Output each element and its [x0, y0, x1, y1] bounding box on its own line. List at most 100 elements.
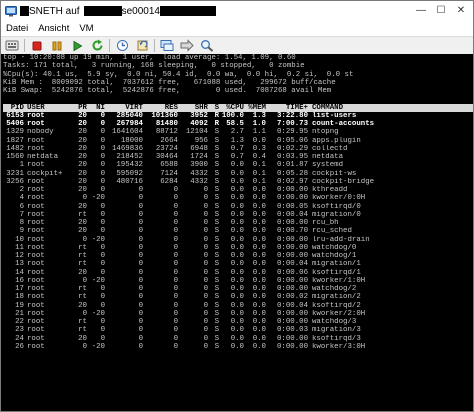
pid-cell: 17 [15, 285, 24, 293]
priority-cell: rt [78, 260, 87, 269]
mem-cell: 0.0 [252, 219, 266, 227]
virt-cell: 0 [138, 342, 143, 351]
res-cell: 0 [173, 293, 178, 302]
cpu-cell: 0.0 [230, 260, 244, 269]
share-button[interactable] [179, 38, 195, 53]
res-cell: 0 [173, 285, 178, 293]
time-cell: 0:00.03 [276, 326, 308, 335]
zoom-button[interactable] [199, 38, 215, 53]
command-cell: kworker/3:0H [312, 342, 366, 351]
process-row: 12 root rt 0 0 0 0 S 0.0 0.0 0:00.00 watchdog/1 [3, 252, 473, 260]
start-button[interactable] [69, 38, 85, 53]
mem-cell: 0.0 [252, 186, 266, 194]
close-button[interactable]: ✕ [451, 1, 471, 19]
col-res: RES [164, 103, 178, 112]
enhanced-session-button[interactable] [159, 38, 175, 53]
time-cell: 0:00.04 [276, 260, 308, 269]
col-command: COMMAND [312, 103, 344, 112]
reset-icon [92, 39, 102, 51]
command-cell: netdata [312, 153, 344, 161]
priority-cell: 20 [78, 161, 87, 170]
window-controls: — ☐ ✕ [411, 1, 471, 19]
virt-cell: 1469836 [111, 144, 143, 153]
nice-cell: 0 [100, 301, 105, 310]
process-row: 18 root rt 0 0 0 0 S 0.0 0.0 0:00.02 migration/2 [3, 293, 473, 301]
pid-cell: 3231 [6, 169, 24, 178]
pause-button[interactable] [49, 38, 65, 53]
turn-off-button[interactable] [29, 38, 45, 53]
shr-cell: 4332 [190, 169, 208, 178]
nice-cell: 0 [100, 161, 105, 170]
menu-datei[interactable]: Datei [1, 23, 33, 34]
vm-console-screen[interactable]: top - 10:20:08 up 19 min, 1 user, load a… [1, 54, 473, 411]
toolbar [1, 36, 473, 55]
res-cell: 6284 [160, 177, 178, 186]
col-pr: PR [78, 103, 87, 112]
priority-cell: 20 [78, 186, 87, 194]
cpu-cell: 58.5 [226, 120, 244, 128]
virt-cell: 0 [138, 252, 143, 260]
reset-button[interactable] [89, 38, 105, 53]
window-title-vm: se00014 [121, 5, 160, 17]
user-cell: root [27, 177, 45, 186]
menu-ansicht[interactable]: Ansicht [33, 23, 74, 34]
nice-cell: 0 [100, 334, 105, 343]
virt-cell: 0 [138, 210, 143, 219]
process-row: 9 root 20 0 0 0 0 S 0.0 0.0 0:00.70 rcu_sched [3, 227, 473, 235]
mem-cell: 0.0 [252, 268, 266, 277]
process-table-header: PID USER PR NI VIRT RES SHR S %CPU %MEM … [3, 103, 473, 112]
title-bar[interactable]: SNETH auf se00014 — ☐ ✕ [1, 1, 473, 21]
res-cell: 0 [173, 186, 178, 194]
shr-cell: 0 [203, 210, 208, 219]
res-cell: 7124 [160, 169, 178, 178]
pid-cell: 8 [19, 219, 24, 227]
res-cell: 0 [173, 342, 178, 351]
shr-cell: 0 [203, 252, 208, 260]
virt-cell: 0 [138, 268, 143, 277]
pid-cell: 10 [15, 235, 24, 244]
nice-cell: 0 [100, 128, 105, 137]
minimize-button[interactable]: — [411, 1, 431, 19]
state-cell: S [214, 252, 219, 260]
shr-cell: 3900 [190, 161, 208, 170]
shr-cell: 956 [194, 136, 208, 145]
virt-cell: 0 [138, 235, 143, 244]
mem-cell: 0.1 [252, 161, 266, 170]
checkpoint-button[interactable] [114, 38, 130, 53]
mem-cell: 0.0 [252, 252, 266, 260]
maximize-button[interactable]: ☐ [431, 1, 451, 19]
ctrl-alt-del-button[interactable] [4, 38, 20, 53]
process-row: 17 root rt 0 0 0 0 S 0.0 0.0 0:00.00 watchdog/2 [3, 285, 473, 293]
nice-cell: -20 [91, 309, 105, 318]
shr-cell: 0 [203, 186, 208, 194]
vm-connection-icon [5, 6, 17, 17]
time-cell: 0:00.00 [276, 194, 308, 203]
virt-cell: 218452 [116, 153, 143, 161]
redacted-block [20, 6, 29, 16]
pid-cell: 13 [15, 260, 24, 269]
shr-cell: 0 [203, 301, 208, 310]
virt-cell: 0 [138, 326, 143, 335]
nice-cell: 0 [100, 260, 105, 269]
mem-cell: 0.1 [252, 169, 266, 178]
command-cell: lru-add-drain [312, 235, 370, 244]
revert-button[interactable] [134, 38, 150, 53]
mem-cell: 0.0 [252, 334, 266, 343]
res-cell: 0 [173, 334, 178, 343]
user-cell: root [27, 186, 45, 194]
cpu-cell: 0.0 [230, 285, 244, 293]
user-cell: root [27, 285, 45, 293]
shr-cell: 3952 [190, 111, 208, 120]
process-row: 5406 root 20 0 267984 81480 4092 R 58.5 1.0 7:00.7… [3, 120, 473, 128]
priority-cell: 20 [78, 177, 87, 186]
process-row: 8 root 20 0 0 0 0 S 0.0 0.0 0:00.00 rcu_bh [3, 219, 473, 227]
nice-cell: 0 [100, 318, 105, 326]
virt-cell: 0 [138, 260, 143, 269]
cpu-cell: 0.7 [230, 144, 244, 153]
process-row: 13 root rt 0 0 0 0 S 0.0 0.0 0:00.04 migration/1 [3, 260, 473, 268]
menu-vm[interactable]: VM [74, 23, 98, 34]
nice-cell: 0 [100, 285, 105, 293]
time-cell: 0:03.95 [276, 153, 308, 161]
priority-cell: 0 [82, 309, 87, 318]
virt-cell: 0 [138, 293, 143, 302]
